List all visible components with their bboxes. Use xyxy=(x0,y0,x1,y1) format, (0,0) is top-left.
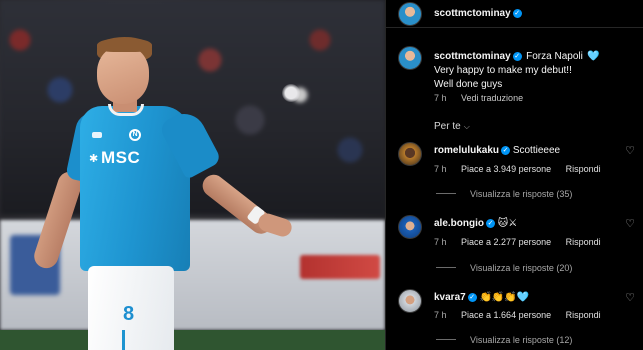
header-username-text[interactable]: scottmctominay xyxy=(434,8,511,19)
post-caption: scottmctominay ✓ Forza Napoli 🩵 Very happ… xyxy=(434,49,634,91)
comment-time: 7 h xyxy=(434,237,447,247)
sponsor-mark-icon: ✱ xyxy=(89,153,99,165)
comment-time: 7 h xyxy=(434,164,447,174)
caption-time: 7 h xyxy=(434,93,447,103)
comments-filter-label[interactable]: Per te xyxy=(434,121,461,132)
comment-row: romelulukaku ✓ Scottieeee xyxy=(434,145,560,156)
verified-icon: ✓ xyxy=(512,9,522,18)
verified-icon: ✓ xyxy=(467,293,477,302)
light-blue-heart-icon: 🩵 xyxy=(587,51,600,62)
kit-brand-logo xyxy=(92,132,102,138)
comment-row: ale.bongio ✓ 🐱⚔ xyxy=(434,218,517,229)
view-replies-label[interactable]: Visualizza le risposte (12) xyxy=(470,335,572,345)
comments-panel: scottmctominay ✓ scottmctominay ✓ Forza Na… xyxy=(385,0,643,350)
verified-icon: ✓ xyxy=(501,146,511,155)
comment-likes[interactable]: Piace a 2.277 persone xyxy=(461,237,551,247)
replies-divider xyxy=(436,193,456,194)
caption-username[interactable]: scottmctominay xyxy=(434,51,511,62)
comment-avatar[interactable] xyxy=(398,215,422,239)
comment-text: 👏👏👏🩵 xyxy=(479,292,530,303)
comment-avatar[interactable] xyxy=(398,289,422,313)
club-crest: N xyxy=(129,129,141,141)
player-hand xyxy=(256,211,294,239)
like-heart-icon[interactable]: ♡ xyxy=(625,144,635,157)
translate-link[interactable]: Vedi traduzione xyxy=(461,93,523,103)
comment-meta: 7 h Piace a 2.277 persone Rispondi xyxy=(434,237,613,247)
view-replies-link[interactable]: Visualizza le risposte (35) xyxy=(436,189,572,199)
verified-icon: ✓ xyxy=(486,219,495,228)
post-header: scottmctominay ✓ xyxy=(386,0,643,28)
caption-lead: Forza Napoli xyxy=(526,51,583,62)
post-photo[interactable]: N ✱ MSC 8 xyxy=(0,0,385,350)
comment-username[interactable]: ale.bongio xyxy=(434,218,484,229)
reply-button[interactable]: Rispondi xyxy=(566,237,601,247)
comment-text: 🐱⚔ xyxy=(497,218,518,229)
caption-line-1: Very happy to make my debut!! xyxy=(434,65,572,76)
chevron-down-icon[interactable]: ⌵ xyxy=(464,122,470,132)
reply-button[interactable]: Rispondi xyxy=(566,310,601,320)
comment-time: 7 h xyxy=(434,310,447,320)
comment-meta: 7 h Piace a 3.949 persone Rispondi xyxy=(434,164,613,174)
comment-likes[interactable]: Piace a 3.949 persone xyxy=(461,164,551,174)
author-avatar[interactable] xyxy=(398,2,422,26)
view-replies-label[interactable]: Visualizza le risposte (35) xyxy=(470,189,572,199)
comments-filter[interactable]: Per te ⌵ xyxy=(434,121,470,132)
caption-line-2: Well done guys xyxy=(434,79,503,90)
player: N ✱ MSC 8 xyxy=(0,0,385,350)
comment-likes[interactable]: Piace a 1.664 persone xyxy=(461,310,551,320)
verified-icon: ✓ xyxy=(512,52,522,61)
view-replies-link[interactable]: Visualizza le risposte (12) xyxy=(436,335,572,345)
player-hair-fringe xyxy=(97,38,152,52)
comment-username[interactable]: romelulukaku xyxy=(434,145,499,156)
comment-meta: 7 h Piace a 1.664 persone Rispondi xyxy=(434,310,613,320)
comment-text: Scottieeee xyxy=(512,145,561,156)
caption-avatar[interactable] xyxy=(398,46,422,70)
caption-meta: 7 h Vedi traduzione xyxy=(434,93,535,103)
shirt-sponsor: MSC xyxy=(101,148,141,167)
comment-username[interactable]: kvara7 xyxy=(434,292,466,303)
comment-avatar[interactable] xyxy=(398,142,422,166)
shorts-stripe xyxy=(122,330,125,350)
like-heart-icon[interactable]: ♡ xyxy=(625,291,635,304)
reply-button[interactable]: Rispondi xyxy=(566,164,601,174)
view-replies-link[interactable]: Visualizza le risposte (20) xyxy=(436,263,572,273)
shorts-number: 8 xyxy=(123,303,135,325)
view-replies-label[interactable]: Visualizza le risposte (20) xyxy=(470,263,572,273)
comment-row: kvara7 ✓ 👏👏👏🩵 xyxy=(434,292,529,303)
player-left-arm xyxy=(31,168,85,272)
player-head xyxy=(97,46,149,104)
header-username[interactable]: scottmctominay ✓ xyxy=(434,8,522,19)
replies-divider xyxy=(436,267,456,268)
like-heart-icon[interactable]: ♡ xyxy=(625,217,635,230)
replies-divider xyxy=(436,339,456,340)
